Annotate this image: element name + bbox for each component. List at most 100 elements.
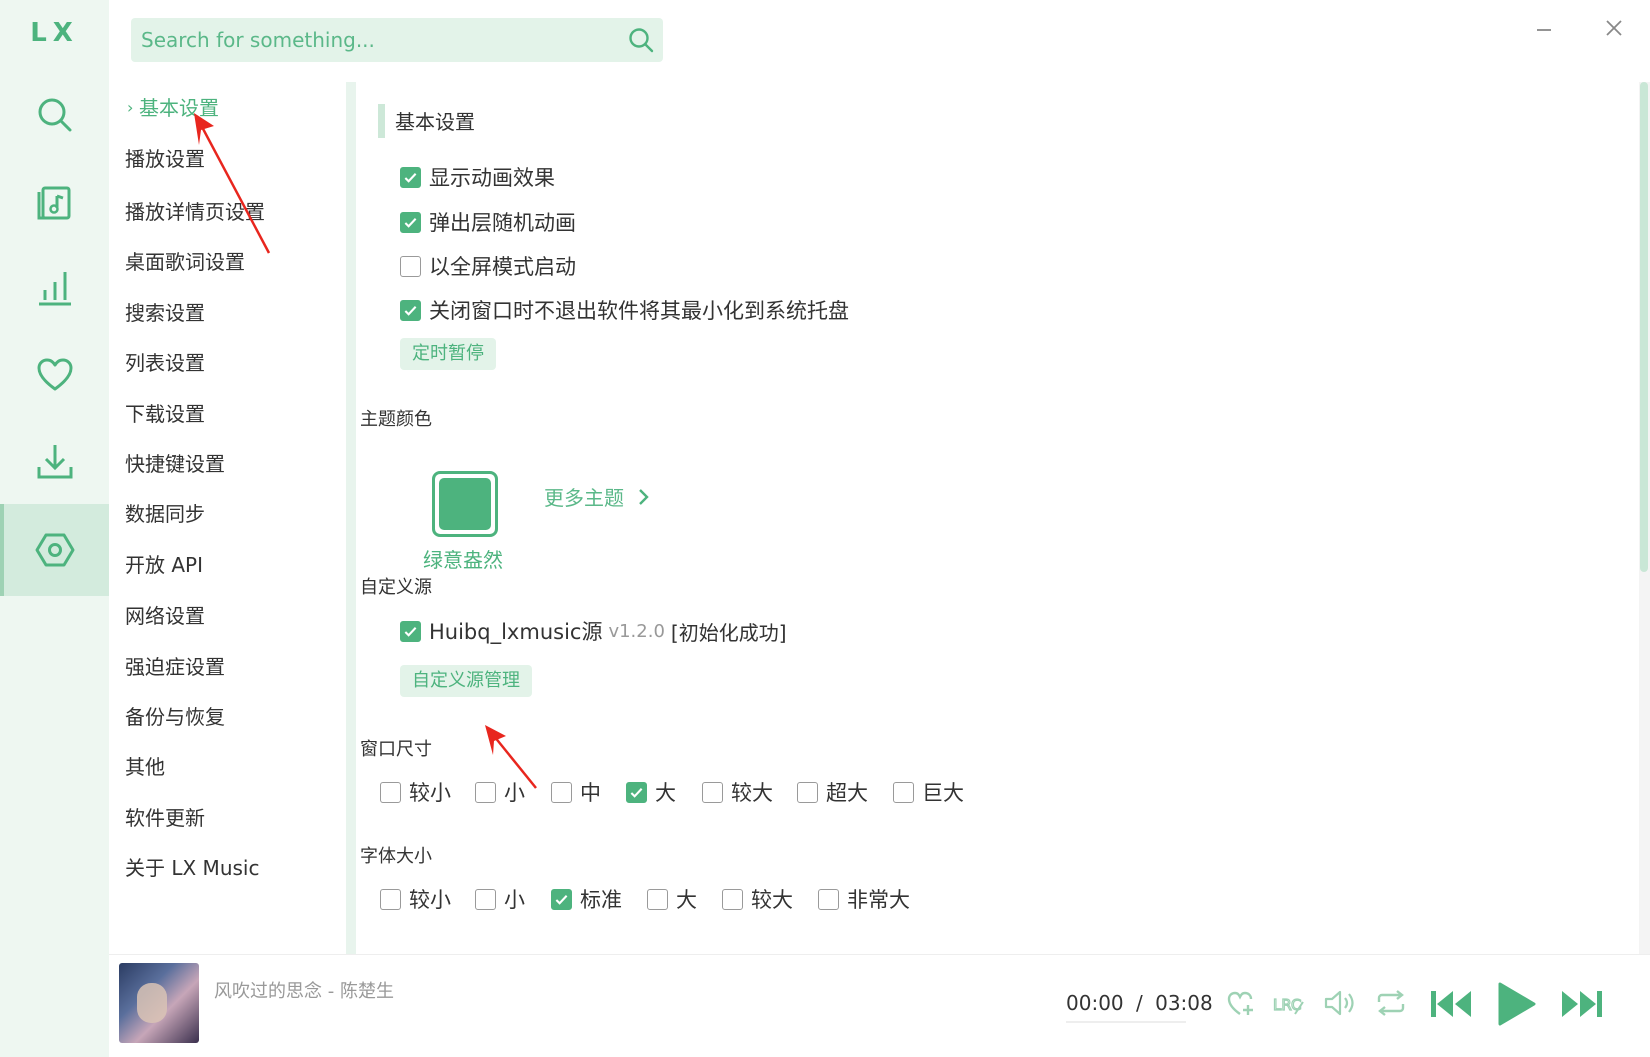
option-label: 非常大 [847,888,910,912]
close-button[interactable] [1592,8,1636,48]
checkbox[interactable] [818,888,839,910]
search-box[interactable] [131,18,663,62]
total-time: 03:08 [1155,991,1213,1015]
checkbox[interactable] [475,888,496,910]
checkbox[interactable] [702,781,723,803]
rail-settings-button[interactable] [0,504,109,596]
option-fullscreen-start[interactable]: 以全屏模式启动 [400,251,576,281]
repeat-mode-button[interactable] [1371,985,1411,1021]
font-size-option-standard[interactable]: 标准 [551,884,622,914]
option-minimize-to-tray[interactable]: 关闭窗口时不退出软件将其最小化到系统托盘 [400,295,849,325]
font-size-option-large[interactable]: 大 [647,884,697,914]
nav-scrollbar[interactable] [346,82,356,954]
checkbox[interactable] [400,255,421,277]
option-random-animation[interactable]: 弹出层随机动画 [400,207,576,237]
checkbox[interactable] [797,781,818,803]
option-animation[interactable]: 显示动画效果 [400,162,555,192]
window-size-option-larger[interactable]: 较大 [702,777,773,807]
checkbox[interactable] [893,781,914,803]
custom-source-item[interactable]: Huibq_lxmusic源 v1.2.0 [初始化成功] [400,616,787,646]
play-icon [1498,982,1536,1026]
check-icon [404,626,417,637]
section-title-accent [378,104,385,138]
nav-item-hotkey[interactable]: 快捷键设置 [125,449,225,479]
nav-item-search[interactable]: 搜索设置 [125,298,205,328]
nav-item-sync[interactable]: 数据同步 [125,499,205,529]
font-size-option-small[interactable]: 小 [475,884,525,914]
window-size-option-xlarge[interactable]: 超大 [797,777,868,807]
checkbox[interactable] [551,781,572,803]
checkbox[interactable] [722,888,743,910]
window-size-option-medium[interactable]: 中 [551,777,601,807]
checkbox[interactable] [551,888,572,910]
window-size-option-smaller[interactable]: 较小 [380,777,451,807]
option-label: 超大 [826,781,868,805]
checkbox[interactable] [380,781,401,803]
window-size-option-small[interactable]: 小 [475,777,525,807]
time-separator: / [1136,991,1143,1015]
rail-leaderboard-button[interactable] [0,242,109,334]
rail-search-button[interactable] [0,69,109,161]
content-scrollbar[interactable] [1639,82,1650,954]
minimize-button[interactable] [1522,8,1566,48]
skip-forward-icon [1562,991,1602,1017]
font-size-option-very-large[interactable]: 非常大 [818,884,910,914]
heart-plus-icon [1227,991,1253,1015]
checkbox[interactable] [400,620,421,642]
checkbox[interactable] [400,299,421,321]
custom-source-manage-button[interactable]: 自定义源管理 [400,665,532,697]
nav-item-list[interactable]: 列表设置 [125,348,205,378]
time-display: 00:00 / 03:08 [1066,991,1213,1015]
option-label: 关闭窗口时不退出软件将其最小化到系统托盘 [429,299,849,323]
window-size-option-huge[interactable]: 巨大 [893,777,964,807]
prev-button[interactable] [1428,981,1474,1027]
checkbox[interactable] [475,781,496,803]
chart-bars-icon [38,272,71,306]
volume-button[interactable] [1320,985,1360,1021]
add-to-list-button[interactable] [1223,985,1259,1021]
font-size-option-smaller[interactable]: 较小 [380,884,451,914]
search-input[interactable] [131,18,591,62]
search-icon[interactable] [627,26,655,54]
option-label: 以全屏模式启动 [429,255,576,279]
nav-item-about[interactable]: 关于 LX Music [125,853,259,883]
scrollbar-thumb[interactable] [1640,82,1648,572]
window-size-option-large[interactable]: 大 [626,777,676,807]
checkbox[interactable] [626,781,647,803]
app-logo: LX [30,18,79,48]
progress-bar[interactable] [1066,1021,1186,1023]
timer-pause-button[interactable]: 定时暂停 [400,338,496,370]
nav-item-other[interactable]: 其他 [125,752,165,782]
nav-item-backup[interactable]: 备份与恢复 [125,702,225,732]
desktop-lyric-button[interactable]: LRC [1269,985,1309,1021]
nav-item-play[interactable]: 播放设置 [125,144,205,174]
nav-item-open-api[interactable]: 开放 API [125,550,203,580]
player-bar: 风吹过的思念 - 陈楚生 00:00 / 03:08 LRC [109,954,1650,1057]
rail-favorite-button[interactable] [0,329,109,421]
nav-item-network[interactable]: 网络设置 [125,601,205,631]
font-size-option-larger[interactable]: 较大 [722,884,793,914]
song-title[interactable]: 风吹过的思念 - 陈楚生 [214,977,394,1003]
nav-item-desktop-lyric[interactable]: 桌面歌词设置 [125,247,245,277]
next-button[interactable] [1559,981,1605,1027]
settings-hexagon-icon [35,533,74,567]
checkbox[interactable] [400,166,421,188]
checkbox[interactable] [400,211,421,233]
rail-download-button[interactable] [0,415,109,507]
nav-item-play-detail[interactable]: 播放详情页设置 [125,197,265,227]
rail-songlist-button[interactable] [0,156,109,248]
checkbox[interactable] [380,888,401,910]
play-button[interactable] [1491,979,1541,1029]
nav-item-download[interactable]: 下载设置 [125,399,205,429]
option-label: 小 [504,781,525,805]
more-themes-link[interactable]: 更多主题 [544,482,654,511]
lrc-icon: LRC [1272,995,1304,1015]
checkbox[interactable] [647,888,668,910]
nav-item-basic[interactable]: › 基本设置 [127,93,219,123]
album-cover[interactable] [119,963,199,1043]
theme-swatch-green[interactable] [432,471,498,537]
nav-item-update[interactable]: 软件更新 [125,803,205,833]
cover-art-figure [137,983,167,1023]
option-label: 小 [504,888,525,912]
nav-item-ocd[interactable]: 强迫症设置 [125,652,225,682]
